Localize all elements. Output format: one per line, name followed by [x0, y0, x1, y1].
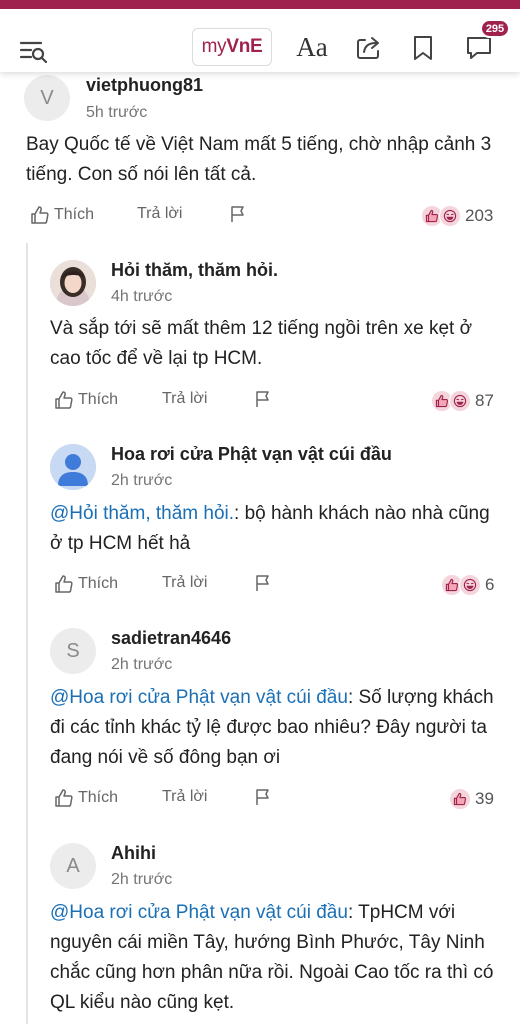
menu-search-icon[interactable] [16, 33, 52, 69]
comment-count-badge: 295 [480, 19, 510, 38]
brand-vne: VnE [226, 36, 263, 57]
comment-text: @Hoa rơi cửa Phật vạn vật cúi đầu: TpHCM… [50, 898, 505, 1018]
myvne-button[interactable]: my VnE [192, 28, 272, 66]
comment-time: 2h trước [111, 871, 173, 888]
brand-my: my [201, 36, 227, 57]
comment-author[interactable]: Ahihi [111, 843, 156, 864]
font-size-button[interactable]: Aa [292, 29, 332, 65]
user-mention-link[interactable]: @Hoa rơi cửa Phật vạn vật cúi đầu [50, 902, 348, 923]
bookmark-icon[interactable] [408, 31, 438, 65]
reply-item: A Ahihi 2h trước @Hoa rơi cửa Phật vạn v… [0, 0, 520, 1024]
top-bar: my VnE Aa [0, 0, 520, 72]
share-icon[interactable] [352, 31, 386, 65]
avatar[interactable]: A [50, 843, 96, 889]
